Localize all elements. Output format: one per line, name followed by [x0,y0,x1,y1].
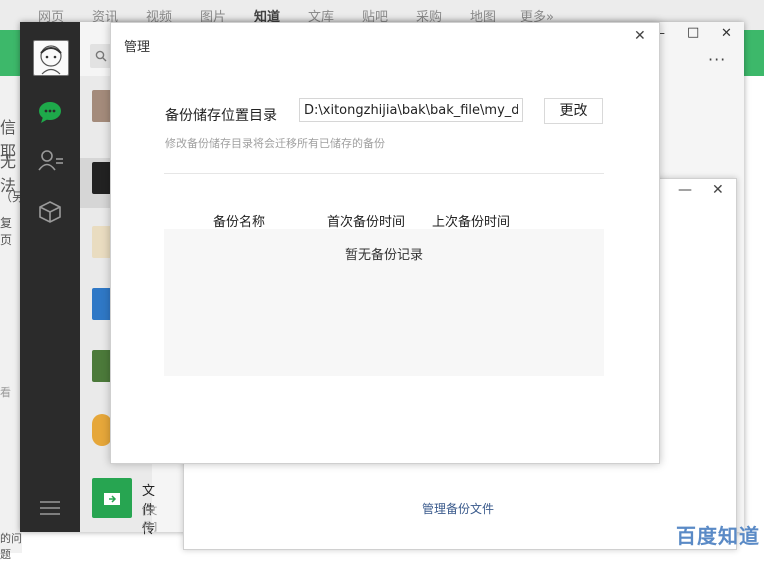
search-box[interactable] [90,44,112,68]
left-snippet-4: 复页 [0,216,13,247]
backup-path-hint: 修改备份储存目录将会迁移所有已储存的备份 [165,137,385,150]
chat-bubble-icon[interactable] [37,100,63,124]
chat-list-avatar[interactable] [92,288,112,320]
chat-list-avatar[interactable] [92,414,112,446]
wechat-sidebar [20,22,80,532]
chat-list-avatar[interactable] [92,226,112,258]
divider [164,173,604,174]
file-transfer-subtitle: [文件] [142,504,158,533]
search-icon [95,50,107,62]
left-snippet-6: 的问题 [0,532,22,561]
column-header-backup-name: 备份名称 [213,215,266,230]
avatar[interactable] [33,40,69,76]
baidu-zhidao-watermark: 百度知道 [676,524,760,548]
chat-list-avatar[interactable] [92,90,112,122]
empty-state-text: 暂无备份记录 [344,248,423,263]
window-maximize-icon[interactable]: □ [687,25,699,40]
cube-icon[interactable] [38,200,62,224]
file-transfer-avatar[interactable] [92,478,132,518]
avatar-drawing-icon [40,45,62,75]
file-transfer-icon [104,493,120,505]
chat-list-avatar[interactable] [92,350,112,382]
left-snippet-5: 看 [0,386,11,399]
manage-dialog-close-icon[interactable]: ✕ [634,28,646,44]
column-header-first-backup-time: 首次备份时间 [327,215,406,230]
window-close-icon[interactable]: ✕ [721,26,732,41]
backup-path-label: 备份储存位置目录 [165,108,277,124]
change-path-button[interactable]: 更改 [544,98,603,124]
manage-dialog-title: 管理 [124,40,151,55]
chat-list-avatar[interactable] [92,162,112,194]
browser-left-content: 信耶 无法 （另 复页 看 的问题 [0,76,24,561]
backup-path-input[interactable] [299,98,523,122]
hamburger-menu-icon[interactable] [40,500,60,516]
more-options-icon[interactable]: ··· [708,50,726,69]
backup-dialog-minimize-icon[interactable]: — [678,182,692,198]
contacts-icon[interactable] [38,150,64,172]
manage-backup-files-link[interactable]: 管理备份文件 [422,500,494,517]
column-header-last-backup-time: 上次备份时间 [432,215,511,230]
backup-dialog-close-icon[interactable]: ✕ [712,182,724,198]
